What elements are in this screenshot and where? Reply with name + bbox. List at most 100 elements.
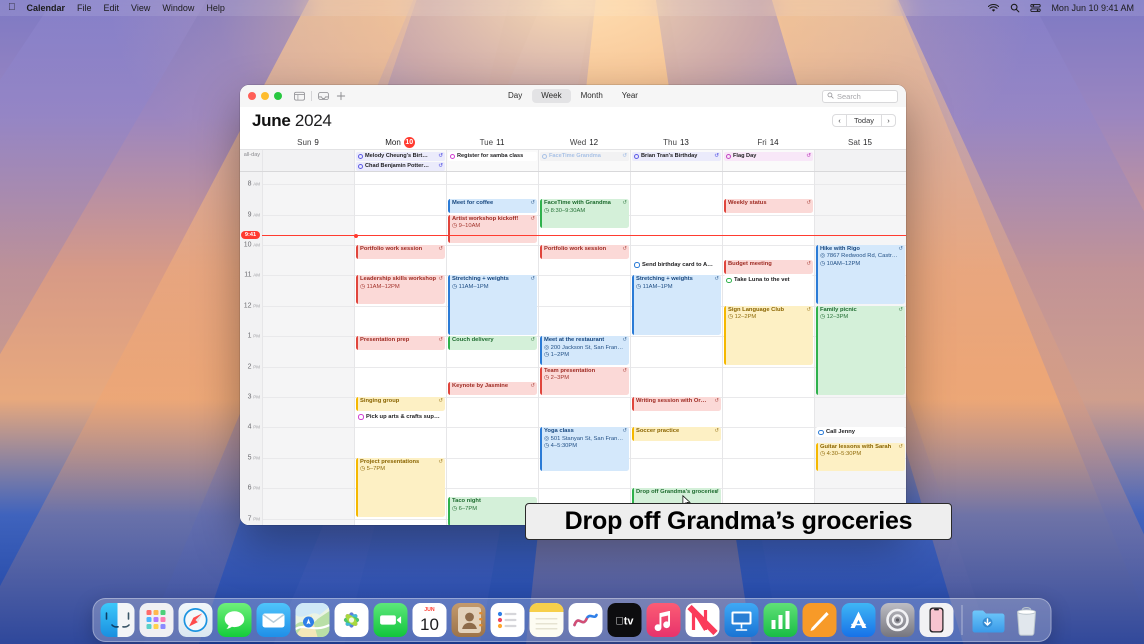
day-header-thu[interactable]: Thu 13 xyxy=(630,135,722,149)
all-day-column-6[interactable] xyxy=(814,150,906,171)
view-segmented-control[interactable]: Day Week Month Year xyxy=(499,89,647,103)
tab-month[interactable]: Month xyxy=(572,89,612,103)
maximize-button[interactable] xyxy=(274,92,282,100)
calendar-view-icon[interactable] xyxy=(294,91,305,102)
calendar-event[interactable]: Artist workshop kickoff! ◷ 9–10AM ↺ xyxy=(448,214,537,244)
dock-item-appletv[interactable]: tv xyxy=(607,603,642,637)
dock-item-safari[interactable] xyxy=(178,603,213,637)
search-icon[interactable] xyxy=(1009,3,1020,14)
menu-item-file[interactable]: File xyxy=(77,3,92,13)
dock-item-freeform[interactable] xyxy=(568,603,603,637)
tab-year[interactable]: Year xyxy=(613,89,647,103)
dock-item-contacts[interactable] xyxy=(451,603,486,637)
dock-item-music[interactable] xyxy=(646,603,681,637)
calendar-event[interactable]: FaceTime with Grandma ◷ 8:30–9:30AM ↺ xyxy=(540,199,629,229)
calendar-event[interactable]: Stretching + weights ◷ 11AM–1PM ↺ xyxy=(632,275,721,335)
apple-logo-icon[interactable]:  xyxy=(8,3,16,13)
calendar-event[interactable]: Keynote by Jasmine ↺ xyxy=(448,381,537,396)
reminder-item[interactable]: Pick up arts & crafts sup… xyxy=(356,412,445,423)
calendar-event[interactable]: Singing group ↺ xyxy=(356,396,445,411)
dock-item-mail[interactable] xyxy=(256,603,291,637)
all-day-event[interactable]: Melody Cheung's Birt… ↺ xyxy=(356,151,445,161)
dock-item-downloads[interactable] xyxy=(971,603,1005,637)
calendar-event[interactable]: Budget meeting ↺ xyxy=(724,260,813,274)
reminder-item[interactable]: Call Jenny xyxy=(816,427,905,438)
close-button[interactable] xyxy=(248,92,256,100)
calendar-event[interactable]: Stretching + weights ◷ 11AM–1PM ↺ xyxy=(448,275,537,335)
all-day-column-5[interactable]: Flag Day ↺ xyxy=(722,150,814,171)
all-day-event[interactable]: Brian Tran's Birthday ↺ xyxy=(632,151,721,161)
day-column-4[interactable]: Stretching + weights ◷ 11AM–1PM ↺ Writing s… xyxy=(630,172,722,525)
calendar-event[interactable]: Guitar lessons with Sarah ◷ 4:30–5:30PM ↺ xyxy=(816,442,905,472)
dock-item-launchpad[interactable] xyxy=(139,603,174,637)
calendar-event[interactable]: Presentation prep ↺ xyxy=(356,336,445,350)
all-day-event[interactable]: Register for samba class xyxy=(448,151,537,161)
day-header-sun[interactable]: Sun 9 xyxy=(262,135,354,149)
inbox-icon[interactable] xyxy=(318,91,329,102)
tab-day[interactable]: Day xyxy=(499,89,531,103)
dock-item-maps[interactable] xyxy=(295,603,330,637)
grid-scroll-area[interactable]: Portfolio work session ↺ Leadership skills… xyxy=(240,172,906,525)
day-header-sat[interactable]: Sat 15 xyxy=(814,135,906,149)
day-column-5[interactable]: Weekly status ↺ Budget meeting ↺ Sign Langua… xyxy=(722,172,814,525)
dock-item-appstore[interactable] xyxy=(841,603,876,637)
all-day-column-1[interactable]: Melody Cheung's Birt… ↺ Chad Benjamin Pott… xyxy=(354,150,446,171)
tab-week[interactable]: Week xyxy=(532,89,571,103)
menu-item-edit[interactable]: Edit xyxy=(104,3,120,13)
calendar-event[interactable]: Portfolio work session ↺ xyxy=(540,244,629,259)
reminder-checkbox[interactable] xyxy=(358,414,364,420)
dock-item-trash[interactable] xyxy=(1010,603,1044,637)
wifi-icon[interactable] xyxy=(988,3,1000,14)
add-event-icon[interactable] xyxy=(335,91,346,102)
dock-item-messages[interactable] xyxy=(217,603,252,637)
reminder-item[interactable]: Take Luna to the vet xyxy=(724,275,813,286)
dock-item-facetime[interactable] xyxy=(373,603,408,637)
calendar-event[interactable]: Hike with Rigo ◎ 7867 Redwood Rd, Castr… ◷… xyxy=(816,244,905,305)
day-column-6[interactable]: Hike with Rigo ◎ 7867 Redwood Rd, Castr… ◷… xyxy=(814,172,906,525)
calendar-event[interactable]: Leadership skills workshop ◷ 11AM–12PM ↺ xyxy=(356,275,445,305)
calendar-event[interactable]: Writing session with Or… ↺ xyxy=(632,396,721,411)
day-column-0[interactable] xyxy=(262,172,354,525)
search-input[interactable]: Search xyxy=(822,89,898,103)
calendar-event[interactable]: Meet at the restaurant ◎ 200 Jackson St, … xyxy=(540,336,629,366)
calendar-event[interactable]: Portfolio work session ↺ xyxy=(356,244,445,259)
reminder-item[interactable]: Send birthday card to A… xyxy=(632,260,721,271)
day-header-mon[interactable]: Mon 10 xyxy=(354,135,446,149)
menu-item-calendar[interactable]: Calendar xyxy=(27,3,66,13)
week-grid[interactable]: Portfolio work session ↺ Leadership skills… xyxy=(240,172,906,525)
day-column-2[interactable]: Meet for coffee ↺ Artist workshop kickoff!… xyxy=(446,172,538,525)
menu-item-view[interactable]: View xyxy=(131,3,150,13)
calendar-event[interactable]: Sign Language Club ◷ 12–2PM ↺ xyxy=(724,305,813,366)
previous-week-button[interactable]: ‹ xyxy=(833,115,846,126)
menu-item-window[interactable]: Window xyxy=(162,3,194,13)
control-center-icon[interactable] xyxy=(1030,3,1042,14)
day-column-1[interactable]: Portfolio work session ↺ Leadership skills… xyxy=(354,172,446,525)
dock-item-notes[interactable] xyxy=(529,603,564,637)
day-header-wed[interactable]: Wed 12 xyxy=(538,135,630,149)
all-day-event[interactable]: FaceTime Grandma ↺ xyxy=(540,151,629,161)
dock-item-photos[interactable] xyxy=(334,603,369,637)
dock-item-keynote[interactable] xyxy=(724,603,759,637)
next-week-button[interactable]: › xyxy=(882,115,895,126)
dock-item-calendar[interactable]: JUN 10 xyxy=(412,603,447,637)
calendar-event[interactable]: Team presentation ◷ 2–3PM ↺ xyxy=(540,366,629,396)
all-day-column-4[interactable]: Brian Tran's Birthday ↺ xyxy=(630,150,722,171)
calendar-event[interactable]: Couch delivery ↺ xyxy=(448,336,537,350)
calendar-event[interactable]: Soccer practice ↺ xyxy=(632,427,721,442)
reminder-checkbox[interactable] xyxy=(726,277,732,284)
day-header-tue[interactable]: Tue 11 xyxy=(446,135,538,149)
all-day-column-0[interactable] xyxy=(262,150,354,171)
dock-item-settings[interactable] xyxy=(880,603,915,637)
calendar-event[interactable]: Project presentations ◷ 5–7PM ↺ xyxy=(356,457,445,518)
dock-item-reminders[interactable] xyxy=(490,603,525,637)
dock-item-news[interactable] xyxy=(685,603,720,637)
dock-item-iphone-mirroring[interactable] xyxy=(919,603,954,637)
all-day-column-3[interactable]: FaceTime Grandma ↺ xyxy=(538,150,630,171)
dock-item-finder[interactable] xyxy=(100,603,135,637)
day-column-3[interactable]: FaceTime with Grandma ◷ 8:30–9:30AM ↺ Portf… xyxy=(538,172,630,525)
calendar-event[interactable]: Yoga class ◎ 501 Stanyan St, San Fran… ◷ 4… xyxy=(540,427,629,472)
reminder-checkbox[interactable] xyxy=(818,429,824,436)
day-header-fri[interactable]: Fri 14 xyxy=(722,135,814,149)
calendar-event[interactable]: Taco night ◷ 6–7PM xyxy=(448,497,537,525)
calendar-event[interactable]: Family picnic ◷ 12–3PM ↺ xyxy=(816,305,905,396)
